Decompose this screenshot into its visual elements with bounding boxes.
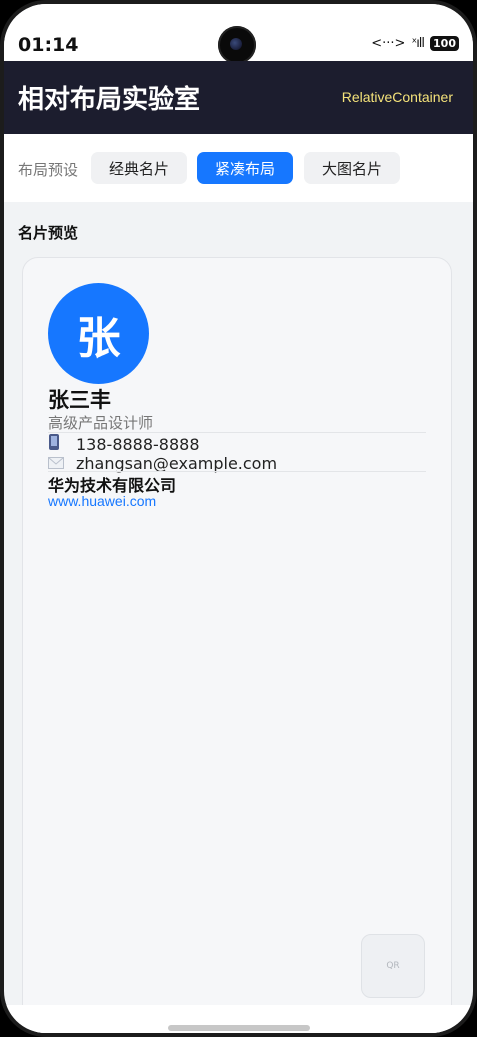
title-bar: 相对布局实验室 RelativeContainer — [4, 61, 473, 134]
preset-classic-button[interactable]: 经典名片 — [91, 152, 187, 184]
phone-icon — [48, 433, 64, 455]
front-camera — [218, 26, 256, 64]
avatar: 张 — [48, 283, 149, 384]
page-title: 相对布局实验室 — [18, 85, 201, 115]
signal-icon: ˣıll — [411, 36, 425, 51]
phone-frame: 01:14 <···> ˣıll 100 相对布局实验室 RelativeCon… — [0, 0, 477, 1037]
status-time: 01:14 — [18, 34, 79, 56]
battery-icon: 100 — [430, 36, 459, 51]
network-icon: <···> — [371, 36, 406, 51]
card-website-link[interactable]: www.huawei.com — [48, 493, 156, 509]
status-bar: 01:14 <···> ˣıll 100 — [4, 4, 473, 64]
card-name: 张三丰 — [48, 388, 111, 412]
status-icons: <···> ˣıll 100 — [371, 36, 459, 51]
qr-code[interactable]: QR — [361, 934, 425, 998]
preset-compact-button[interactable]: 紧凑布局 — [197, 152, 293, 184]
phone-number: 138-8888-8888 — [76, 434, 200, 454]
preset-label: 布局预设 — [18, 161, 79, 179]
home-indicator[interactable] — [168, 1025, 310, 1031]
phone-row: 138-8888-8888 — [48, 433, 200, 455]
preset-large-button[interactable]: 大图名片 — [304, 152, 400, 184]
card-job-title: 高级产品设计师 — [48, 414, 154, 432]
bottom-bar — [4, 1005, 473, 1033]
page-subtitle: RelativeContainer — [341, 89, 453, 105]
business-card: 张 张三丰 高级产品设计师 138-8888-8888 zhangsan@exa… — [22, 257, 452, 1033]
preset-bar: 布局预设 经典名片 紧凑布局 大图名片 — [4, 134, 473, 202]
preview-section-label: 名片预览 — [18, 224, 79, 242]
